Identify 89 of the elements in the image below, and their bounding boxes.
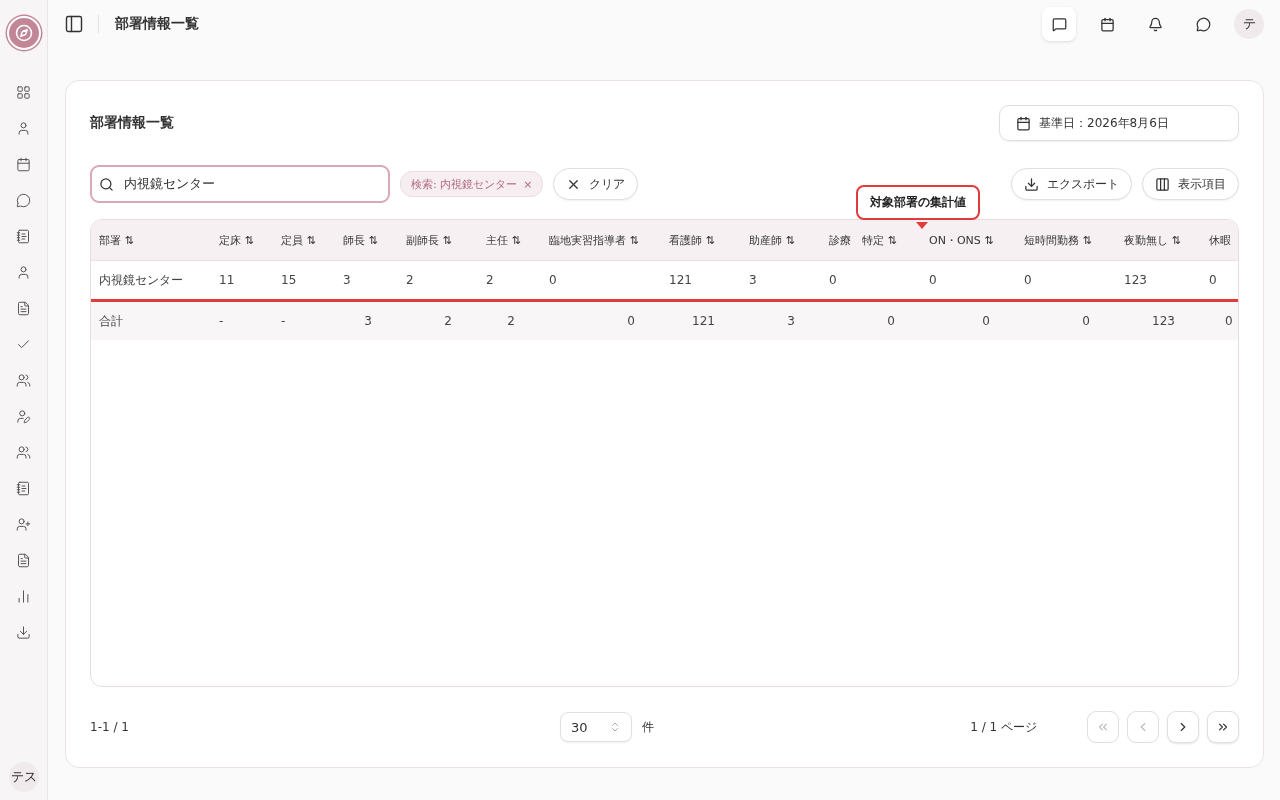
message-icon (1051, 16, 1067, 32)
download-icon (1024, 176, 1039, 192)
total-cell: 2 (398, 300, 478, 340)
column-header[interactable]: 看護師 ⇅ (661, 220, 741, 261)
table-cell: 123 (1116, 260, 1201, 301)
column-header[interactable]: 主任 ⇅ (478, 220, 541, 261)
column-header[interactable]: 部署 ⇅ (91, 220, 211, 261)
unit-label: 件 (642, 718, 654, 736)
record-range: 1-1 / 1 (90, 720, 130, 734)
table-cell: 0 (1201, 260, 1238, 301)
total-cell: 0 (921, 300, 1016, 340)
columns-icon (1155, 176, 1170, 192)
page-indicator: 1 / 1 ページ (970, 718, 1037, 736)
column-header[interactable]: 副師長 ⇅ (398, 220, 478, 261)
total-cell: 3 (335, 300, 398, 340)
search-icon (99, 176, 114, 192)
last-chevron-icon (1216, 720, 1230, 734)
person-icon[interactable] (16, 120, 31, 136)
total-cell: 2 (478, 300, 541, 340)
total-cell: 123 (1116, 300, 1201, 340)
bar-chart-icon[interactable] (16, 588, 31, 604)
calendar-icon (1099, 16, 1115, 32)
table-cell: 11 (211, 260, 273, 301)
table-cell: 0 (921, 260, 1016, 301)
column-header[interactable]: 短時間勤務 ⇅ (1016, 220, 1116, 261)
logo[interactable] (6, 16, 41, 50)
grid-icon[interactable] (16, 84, 31, 100)
download-icon[interactable] (16, 624, 31, 640)
table-cell: 0 (1016, 260, 1116, 301)
bell-icon (1147, 16, 1163, 32)
column-header[interactable]: 診療 特定 ⇅ (821, 220, 921, 261)
table-cell: 121 (661, 260, 741, 301)
total-cell: - (273, 300, 335, 340)
calendar-icon[interactable] (16, 156, 31, 172)
columns-button[interactable]: 表示項目 (1142, 168, 1239, 200)
total-cell: 合計 (91, 300, 211, 340)
table-cell: 内視鏡センター (91, 260, 211, 301)
column-header[interactable]: ON・ONS ⇅ (921, 220, 1016, 261)
table-cell: 15 (273, 260, 335, 301)
calendar-icon (1016, 115, 1031, 131)
people-icon[interactable] (16, 444, 31, 460)
total-cell: 0 (541, 300, 661, 340)
message-button[interactable] (1042, 7, 1076, 41)
table-cell: 3 (335, 260, 398, 301)
people-icon[interactable] (16, 372, 31, 388)
table-cell: 0 (821, 260, 921, 301)
first-chevron-icon (1096, 720, 1110, 734)
column-header[interactable]: 夜勤無し ⇅ (1116, 220, 1201, 261)
table-cell: 2 (398, 260, 478, 301)
column-header[interactable]: 臨地実習指導者 ⇅ (541, 220, 661, 261)
person-add-icon[interactable] (16, 516, 31, 532)
tooltip-arrow-icon (916, 222, 928, 229)
filter-label: 検索: 内視鏡センター (411, 176, 518, 192)
document-icon[interactable] (16, 552, 31, 568)
total-cell: - (211, 300, 273, 340)
notebook-icon[interactable] (16, 480, 31, 496)
column-header[interactable]: 定床 ⇅ (211, 220, 273, 261)
card-title: 部署情報一覧 (90, 114, 175, 132)
table-cell: 3 (741, 260, 821, 301)
column-header[interactable]: 定員 ⇅ (273, 220, 335, 261)
total-cell: 3 (741, 300, 821, 340)
person-edit-icon[interactable] (16, 408, 31, 424)
column-header[interactable]: 休暇 (1201, 220, 1238, 261)
page-size-select[interactable]: 30 (560, 712, 632, 742)
column-header[interactable]: 師長 ⇅ (335, 220, 398, 261)
person-icon[interactable] (16, 264, 31, 280)
last-page-button[interactable] (1207, 711, 1239, 743)
page-title: 部署情報一覧 (98, 15, 199, 33)
notebook-icon[interactable] (16, 228, 31, 244)
column-header[interactable]: 助産師 ⇅ (741, 220, 821, 261)
remove-filter-button[interactable]: × (523, 177, 533, 191)
total-cell: 121 (661, 300, 741, 340)
total-cell: 0 (1016, 300, 1116, 340)
date-button[interactable]: 基準日：2026年8月6日 (999, 105, 1239, 141)
chat-icon[interactable] (16, 192, 31, 208)
chat-icon (1195, 16, 1211, 32)
up-down-icon (609, 721, 621, 733)
search-field[interactable]: 内視鏡センター (90, 165, 390, 203)
tooltip: 対象部署の集計値 (856, 185, 980, 220)
export-button[interactable]: エクスポート (1011, 168, 1132, 200)
table-cell: 2 (478, 260, 541, 301)
total-cell: 0 (1201, 300, 1238, 340)
document-icon[interactable] (16, 300, 31, 316)
sidebar-toggle-icon[interactable] (64, 14, 84, 34)
total-cell: 0 (821, 300, 921, 340)
table-cell: 0 (541, 260, 661, 301)
user-avatar[interactable]: テス (8, 762, 39, 792)
user-avatar[interactable]: テ (1234, 9, 1264, 39)
clear-button[interactable]: クリア (553, 168, 639, 200)
